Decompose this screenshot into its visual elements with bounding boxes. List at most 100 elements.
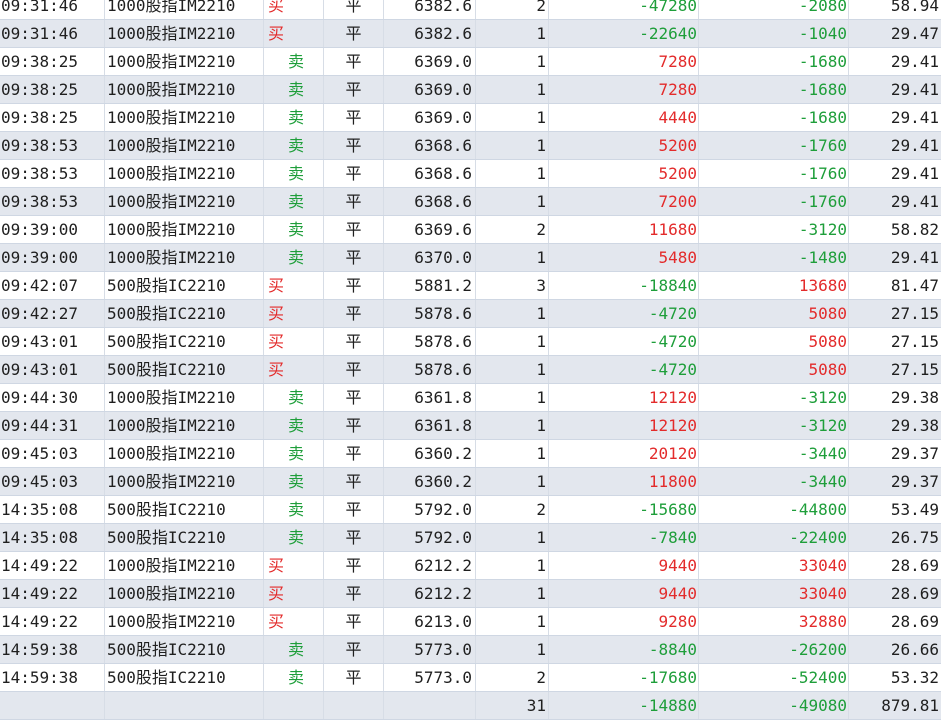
contract-name-cell: 1000股指IM2210 (105, 440, 264, 467)
table-row[interactable]: 14:59:38 500股指IC2210 卖平 5773.0 2 -17680 -52400… (0, 664, 941, 692)
direction-label: 买 (268, 0, 285, 15)
table-row[interactable]: 09:45:03 1000股指IM2210 卖平 6360.2 1 11800 -3440 2… (0, 468, 941, 496)
price-cell: 6369.0 (384, 104, 476, 131)
quantity-cell: 1 (476, 160, 549, 187)
quantity-cell: 1 (476, 440, 549, 467)
table-row[interactable]: 09:38:25 1000股指IM2210 卖平 6369.0 1 7280 -1680 29… (0, 76, 941, 104)
contract-name-cell: 500股指IC2210 (105, 356, 264, 383)
price-cell: 5773.0 (384, 664, 476, 691)
trade-time-cell: 14:35:08 (0, 496, 105, 523)
open-close-cell: 平 (324, 552, 384, 579)
table-row[interactable]: 09:44:31 1000股指IM2210 卖平 6361.8 1 12120 -3120 2… (0, 412, 941, 440)
table-row[interactable]: 09:44:30 1000股指IM2210 卖平 6361.8 1 12120 -3120 2… (0, 384, 941, 412)
table-row[interactable]: 09:38:53 1000股指IM2210 卖平 6368.6 1 5200 -1760 29… (0, 132, 941, 160)
table-row[interactable]: 14:35:08 500股指IC2210 卖平 5792.0 2 -15680 -44800… (0, 496, 941, 524)
trade-time-cell: 14:49:22 (0, 608, 105, 635)
table-row[interactable]: 14:49:22 1000股指IM2210 买 平 6213.0 1 9280 32880 28… (0, 608, 941, 636)
table-row[interactable]: 09:45:03 1000股指IM2210 卖平 6360.2 1 20120 -3440 2… (0, 440, 941, 468)
quantity-cell: 1 (476, 328, 549, 355)
contract-name-cell: 500股指IC2210 (105, 328, 264, 355)
table-row[interactable]: 09:42:27 500股指IC2210 买 平 5878.6 1 -4720 5080 27.… (0, 300, 941, 328)
pnl-cell: -1480 (699, 244, 849, 271)
pnl-cell: 12120 (549, 412, 699, 439)
trade-time-cell: 09:38:25 (0, 48, 105, 75)
direction-cell: 买 (264, 300, 324, 327)
table-row[interactable]: 09:31:46 1000股指IM2210 买 平 6382.6 2 -47280 -2080… (0, 0, 941, 20)
table-row[interactable]: 14:49:22 1000股指IM2210 买 平 6212.2 1 9440 33040 28… (0, 552, 941, 580)
quantity-cell: 1 (476, 244, 549, 271)
contract-name-cell: 1000股指IM2210 (105, 552, 264, 579)
contract-name-cell: 1000股指IM2210 (105, 132, 264, 159)
direction-label: 买 (268, 24, 285, 43)
direction-label: 买 (268, 304, 285, 323)
contract-name-cell: 1000股指IM2210 (105, 160, 264, 187)
quantity-cell: 1 (476, 384, 549, 411)
pnl-cell: 5480 (549, 244, 699, 271)
direction-cell: 卖 (264, 440, 324, 467)
open-close-cell: 平 (324, 608, 384, 635)
direction-label: 卖 (288, 528, 305, 547)
direction-label: 卖 (288, 444, 305, 463)
direction-cell: 卖 (264, 524, 324, 551)
fee-cell: 29.41 (890, 80, 939, 99)
pnl-cell: -26200 (699, 636, 849, 663)
price-cell: 6369.0 (384, 76, 476, 103)
table-row[interactable]: 14:35:08 500股指IC2210 卖平 5792.0 1 -7840 -22400 2… (0, 524, 941, 552)
pnl-cell: 5200 (549, 132, 699, 159)
table-row[interactable]: 09:42:07 500股指IC2210 买 平 5881.2 3 -18840 13680 8… (0, 272, 941, 300)
direction-label: 卖 (288, 220, 305, 239)
direction-label: 卖 (288, 472, 305, 491)
direction-label: 卖 (288, 416, 305, 435)
price-cell: 6213.0 (384, 608, 476, 635)
pnl-cell: 7280 (549, 48, 699, 75)
pnl-cell: -1680 (699, 76, 849, 103)
table-row[interactable]: 09:38:25 1000股指IM2210 卖平 6369.0 1 7280 -1680 29… (0, 48, 941, 76)
pnl-cell: 33040 (699, 580, 849, 607)
table-row[interactable]: 09:43:01 500股指IC2210 买 平 5878.6 1 -4720 5080 27.… (0, 328, 941, 356)
fee-cell: 27.15 (890, 360, 939, 379)
trade-time-cell: 09:45:03 (0, 468, 105, 495)
pnl-cell: 9440 (549, 580, 699, 607)
open-close-cell: 平 (324, 524, 384, 551)
table-row[interactable]: 09:38:25 1000股指IM2210 卖平 6369.0 1 4440 -1680 29… (0, 104, 941, 132)
fee-cell: 29.41 (890, 248, 939, 267)
table-row[interactable]: 09:38:53 1000股指IM2210 卖平 6368.6 1 5200 -1760 29… (0, 160, 941, 188)
direction-label: 买 (268, 276, 285, 295)
price-cell: 6370.0 (384, 244, 476, 271)
table-row[interactable]: 14:49:22 1000股指IM2210 买 平 6212.2 1 9440 33040 28… (0, 580, 941, 608)
contract-name-cell: 500股指IC2210 (105, 272, 264, 299)
pnl-cell: -1760 (699, 132, 849, 159)
quantity-cell: 2 (476, 664, 549, 691)
pnl-cell: -2080 (699, 0, 849, 19)
open-close-cell: 平 (324, 0, 384, 19)
trade-time-cell: 09:45:03 (0, 440, 105, 467)
price-cell: 6368.6 (384, 188, 476, 215)
trade-time-cell: 09:43:01 (0, 356, 105, 383)
pnl-cell: -3120 (699, 216, 849, 243)
quantity-cell: 1 (476, 608, 549, 635)
open-close-cell: 平 (324, 328, 384, 355)
open-close-cell: 平 (324, 496, 384, 523)
pnl-cell: -3120 (699, 412, 849, 439)
table-row[interactable]: 09:39:00 1000股指IM2210 卖平 6370.0 1 5480 -1480 29… (0, 244, 941, 272)
direction-label: 卖 (288, 248, 305, 267)
table-row[interactable]: 09:39:00 1000股指IM2210 卖平 6369.6 2 11680 -3120 5… (0, 216, 941, 244)
quantity-cell: 1 (476, 188, 549, 215)
price-cell: 6368.6 (384, 132, 476, 159)
pnl-cell: -52400 (699, 664, 849, 691)
price-cell: 6369.0 (384, 48, 476, 75)
quantity-cell: 1 (476, 552, 549, 579)
table-row[interactable]: 09:43:01 500股指IC2210 买 平 5878.6 1 -4720 5080 27.… (0, 356, 941, 384)
trade-time-cell: 14:59:38 (0, 664, 105, 691)
open-close-cell: 平 (324, 48, 384, 75)
table-row[interactable]: 14:59:38 500股指IC2210 卖平 5773.0 1 -8840 -26200 2… (0, 636, 941, 664)
open-close-cell: 平 (324, 300, 384, 327)
table-row[interactable]: 09:38:53 1000股指IM2210 卖平 6368.6 1 7200 -1760 29… (0, 188, 941, 216)
open-close-cell: 平 (324, 468, 384, 495)
table-row[interactable]: 09:31:46 1000股指IM2210 买 平 6382.6 1 -22640 -1040… (0, 20, 941, 48)
total-pnl-cell: -49080 (699, 692, 849, 719)
pnl-cell: 4440 (549, 104, 699, 131)
contract-name-cell: 1000股指IM2210 (105, 76, 264, 103)
contract-name-cell: 1000股指IM2210 (105, 20, 264, 47)
quantity-cell: 1 (476, 636, 549, 663)
